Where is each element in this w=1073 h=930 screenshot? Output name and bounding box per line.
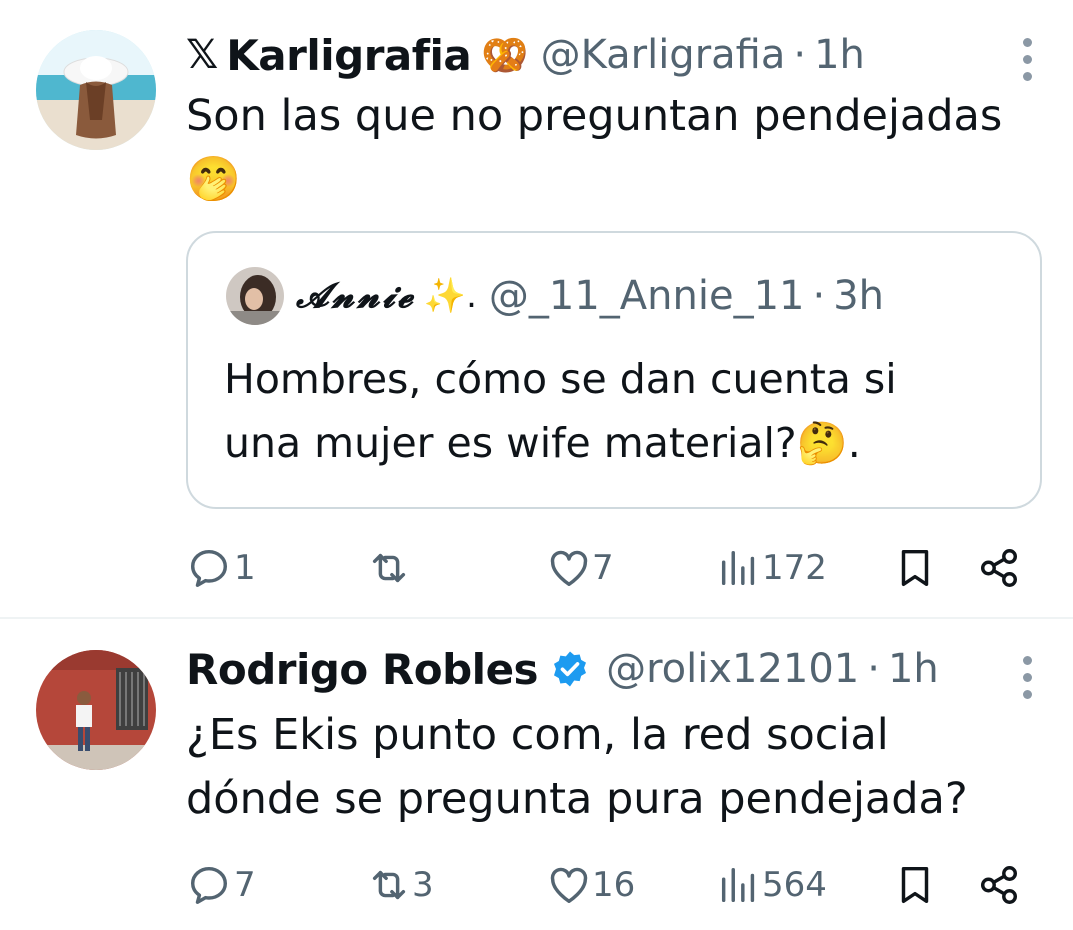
repost-button[interactable] <box>366 543 412 593</box>
quoted-tweet[interactable]: 𝓐𝓷𝓷𝓲𝓮 ✨. @_11_Annie_11 · 3h Hombres, cóm… <box>186 231 1042 509</box>
tweet-text-line: ¿Es Ekis punto com, la red social <box>186 710 889 760</box>
sparkles-icon: ✨. <box>423 276 477 316</box>
quoted-tweet-header: 𝓐𝓷𝓷𝓲𝓮 ✨. @_11_Annie_11 · 3h <box>226 267 884 325</box>
like-icon <box>550 867 588 904</box>
share-icon <box>980 549 1018 587</box>
share-button[interactable] <box>976 543 1022 593</box>
quoted-timestamp: 3h <box>833 273 885 319</box>
pretzel-icon: 🥨 <box>481 32 529 77</box>
like-count: 16 <box>592 865 636 905</box>
like-button[interactable]: 16 <box>546 860 635 910</box>
more-icon[interactable] <box>1021 38 1033 81</box>
tweet-header: 𝕏 Karligrafia 🥨 @Karligrafia · 1h <box>186 26 865 84</box>
x-logo-icon: 𝕏 <box>186 32 219 78</box>
quoted-text-line: una mujer es wife material?🤔. <box>224 419 861 467</box>
display-name[interactable]: Rodrigo Robles <box>186 645 539 694</box>
user-handle[interactable]: @rolix12101 <box>606 646 859 692</box>
reply-icon <box>190 866 228 904</box>
share-button[interactable] <box>976 860 1022 910</box>
tweet-header: Rodrigo Robles @rolix12101 · 1h <box>186 640 939 698</box>
views-icon <box>721 550 755 586</box>
tweet-text-line: Son las que no preguntan pendejadas <box>186 91 1003 141</box>
tweet-karligrafia[interactable]: 𝕏 Karligrafia 🥨 @Karligrafia · 1h Son la… <box>0 0 1073 617</box>
bookmark-icon <box>901 866 929 904</box>
more-icon[interactable] <box>1021 656 1033 699</box>
views-count: 172 <box>762 548 827 588</box>
tweet-text: ¿Es Ekis punto com, la red social dónde … <box>186 703 968 831</box>
avatar-rodrigo[interactable] <box>36 650 156 770</box>
repost-icon <box>372 553 406 583</box>
bookmark-button[interactable] <box>892 543 938 593</box>
quoted-user-handle: @_11_Annie_11 <box>488 273 805 319</box>
views-count: 564 <box>762 865 827 905</box>
like-icon <box>550 550 588 587</box>
timestamp[interactable]: 1h <box>814 32 865 78</box>
display-name[interactable]: Karligrafia <box>226 31 472 80</box>
quoted-tweet-text: Hombres, cómo se dan cuenta si una mujer… <box>224 347 897 475</box>
like-count: 7 <box>592 548 614 588</box>
timestamp[interactable]: 1h <box>888 646 939 692</box>
bookmark-button[interactable] <box>892 860 938 910</box>
reply-count: 7 <box>234 865 256 905</box>
repost-icon <box>372 870 406 900</box>
user-handle[interactable]: @Karligrafia <box>541 32 786 78</box>
views-button[interactable]: 564 <box>716 860 827 910</box>
separator-dot: · <box>867 646 880 692</box>
reply-icon <box>190 549 228 587</box>
quoted-text-line: Hombres, cómo se dan cuenta si <box>224 355 897 403</box>
tweet-text: Son las que no preguntan pendejadas 🤭 <box>186 84 1002 212</box>
verified-icon <box>554 651 587 687</box>
reply-button[interactable]: 7 <box>186 860 256 910</box>
separator-dot: · <box>812 273 826 319</box>
repost-count: 3 <box>412 865 434 905</box>
share-icon <box>980 866 1018 904</box>
avatar-karligrafia[interactable] <box>36 30 156 150</box>
tweet-actions: 1 7 172 <box>186 543 1026 593</box>
avatar-annie <box>226 267 284 325</box>
reply-button[interactable]: 1 <box>186 543 256 593</box>
tweet-actions: 7 3 16 564 <box>186 860 1026 910</box>
reply-count: 1 <box>234 548 256 588</box>
views-button[interactable]: 172 <box>716 543 827 593</box>
quoted-display-name[interactable]: 𝓐𝓷𝓷𝓲𝓮 <box>296 276 416 316</box>
like-button[interactable]: 7 <box>546 543 614 593</box>
views-icon <box>721 867 755 903</box>
tweet-text-line: dónde se pregunta pura pendejada? <box>186 774 968 824</box>
bookmark-icon <box>901 549 929 587</box>
tweet-text-emoji: 🤭 <box>186 154 241 205</box>
tweet-rodrigo[interactable]: Rodrigo Robles @rolix12101 · 1h ¿Es Ekis… <box>0 619 1073 930</box>
separator-dot: · <box>793 32 807 78</box>
repost-button[interactable]: 3 <box>366 860 434 910</box>
